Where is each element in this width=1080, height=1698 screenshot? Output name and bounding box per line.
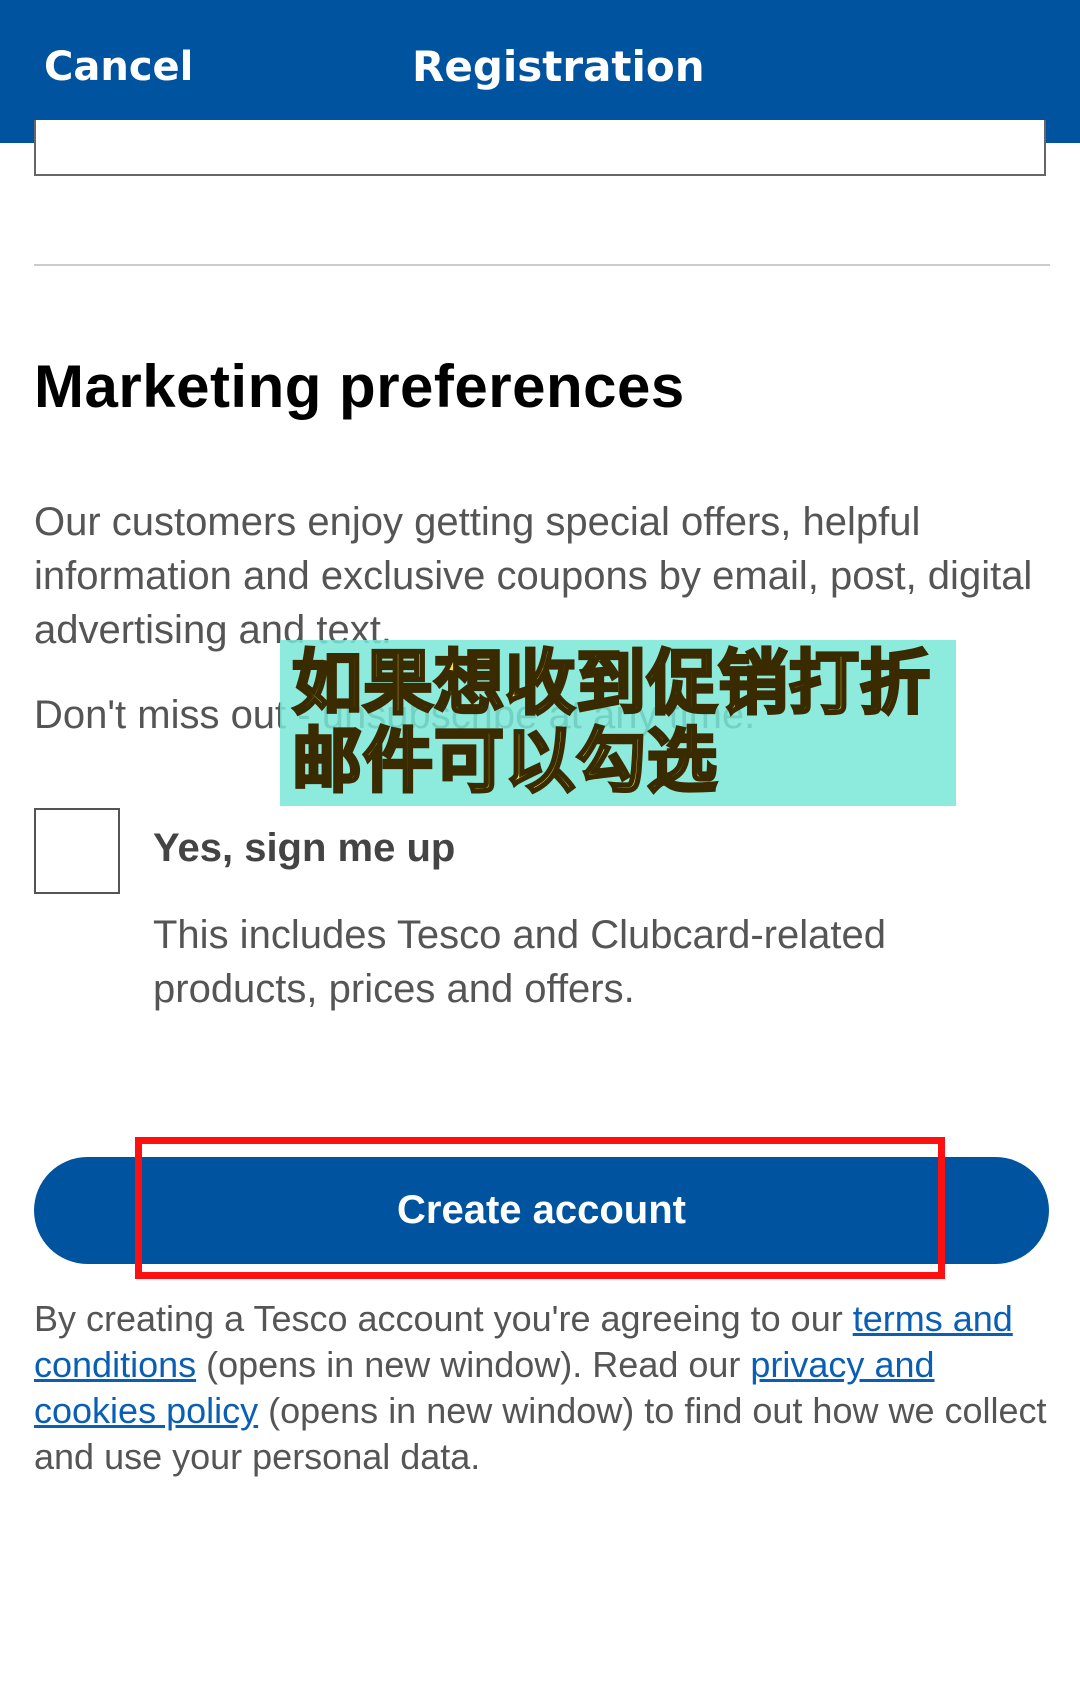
subtitle-line-2: 邮件可以勾选 (291, 720, 719, 802)
section-divider (34, 264, 1050, 266)
page-title: Registration (412, 42, 705, 91)
previous-input-field[interactable] (34, 120, 1046, 176)
create-account-button[interactable]: Create account (34, 1157, 1049, 1264)
sign-up-checkbox[interactable] (34, 808, 120, 894)
marketing-intro-text: Our customers enjoy getting special offe… (34, 500, 1033, 652)
registration-page: Cancel Registration Marketing preference… (0, 0, 1080, 1698)
subtitle-line-1: 如果想收到促销打折 (291, 642, 932, 724)
sign-up-description: This includes Tesco and Clubcard-related… (153, 913, 886, 1011)
legal-prefix: By creating a Tesco account you're agree… (34, 1298, 853, 1339)
sign-up-checkbox-label[interactable]: Yes, sign me up (153, 826, 455, 871)
legal-notice: By creating a Tesco account you're agree… (34, 1296, 1054, 1480)
marketing-preferences-heading: Marketing preferences (34, 353, 685, 420)
subtitle-overlay: 如果想收到促销打折 邮件可以勾选 (280, 640, 956, 806)
legal-middle: (opens in new window). Read our (196, 1344, 751, 1385)
cancel-button[interactable]: Cancel (44, 44, 193, 90)
